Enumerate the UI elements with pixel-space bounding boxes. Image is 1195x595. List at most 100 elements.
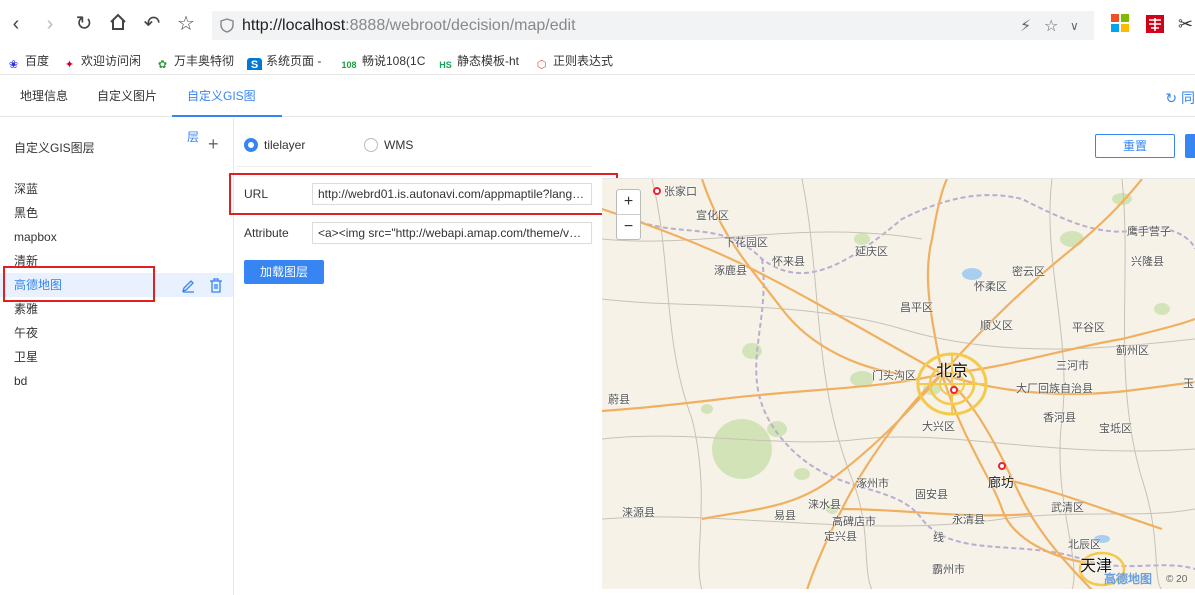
forward-icon[interactable]: › <box>38 12 62 36</box>
radio-tilelayer[interactable]: tilelayer <box>244 137 305 155</box>
sidebar-title: 自定义GIS图层 <box>14 141 95 155</box>
cube-icon: ⬡ <box>536 59 547 70</box>
sidebar-item[interactable]: mapbox <box>0 225 233 249</box>
url-text: http://localhost:8888/webroot/decision/m… <box>242 17 576 34</box>
map-place-label: 线 <box>933 532 944 544</box>
bookmark-item[interactable]: ✦ 欢迎访问闲 <box>62 52 142 70</box>
reload-icon[interactable]: ↻ <box>72 12 96 36</box>
highlight-box-selected-layer <box>3 266 155 302</box>
capital-marker-icon <box>950 386 958 394</box>
bookmark-item[interactable]: 108 畅说108(1C <box>340 52 426 70</box>
map-place-label: 北辰区 <box>1068 539 1101 551</box>
map-place-capital-label: 北京 <box>936 357 968 399</box>
refresh-icon[interactable]: ↻ 同 <box>1165 88 1195 108</box>
city-marker-icon <box>998 462 1006 470</box>
sidebar-item[interactable]: 午夜 <box>0 321 233 345</box>
save-button-partial[interactable] <box>1185 134 1195 158</box>
home-icon[interactable] <box>106 12 130 36</box>
red-brand-icon: ✦ <box>64 59 75 70</box>
undo-close-icon[interactable]: ↶ <box>140 12 164 36</box>
map-place-label: 密云区 <box>1012 266 1045 278</box>
green-gear-icon: ✿ <box>157 59 168 70</box>
map-place-label: 涿州市 <box>856 478 889 490</box>
attribute-label: Attribute <box>244 226 289 240</box>
sidebar-item[interactable]: bd <box>0 369 233 393</box>
map-place-label: 大厂回族自治县 <box>1016 383 1093 395</box>
zoom-in-button[interactable]: + <box>617 190 640 215</box>
tab-custom-gis-layer[interactable]: 自定义GIS图层 <box>172 76 282 144</box>
bookmark-item[interactable]: ✿ 万丰奥特彻 <box>155 52 235 70</box>
lightning-icon[interactable]: ⚡ <box>1020 16 1031 36</box>
city-marker-icon <box>653 187 661 195</box>
tab-geo-info[interactable]: 地理信息 <box>20 76 68 117</box>
map-place-label: 香河县 <box>1043 412 1076 424</box>
map-place-label: 易县 <box>774 510 796 522</box>
map-place-city-label: 廊坊 <box>988 462 1014 491</box>
load-layer-button[interactable]: 加载图层 <box>244 260 324 284</box>
zoom-out-button[interactable]: − <box>617 215 640 240</box>
tab-custom-image[interactable]: 自定义图片 <box>97 76 157 117</box>
address-bar[interactable]: http://localhost:8888/webroot/decision/m… <box>212 11 1094 40</box>
baidu-paw-icon: ❀ <box>8 59 19 70</box>
map-place-label: 玉田 <box>1183 378 1195 390</box>
divider <box>236 166 592 167</box>
sidebar-item[interactable]: 卫星 <box>0 345 233 369</box>
map-copyright: © 20 <box>1166 574 1188 585</box>
map-place-label: 永清县 <box>952 514 985 526</box>
map-place-label: 鹰手营子 <box>1127 226 1171 238</box>
map-tiles <box>602 179 1195 589</box>
add-layer-icon[interactable]: + <box>208 134 219 155</box>
bookmark-item[interactable]: HS 静态模板-ht <box>438 52 524 70</box>
map-place-label: 固安县 <box>915 489 948 501</box>
browser-navbar: ‹ › ↻ ↶ ☆ http://localhost:8888/webroot/… <box>0 0 1195 48</box>
map-place-label: 下花园区 <box>724 237 768 249</box>
back-icon[interactable]: ‹ <box>4 12 28 36</box>
sidebar-item[interactable]: 黑色 <box>0 201 233 225</box>
sharepoint-icon: S <box>247 58 262 70</box>
scissors-icon[interactable]: ✂ <box>1178 14 1195 34</box>
chevron-down-icon[interactable]: ∨ <box>1070 19 1079 33</box>
windows-logo-icon[interactable] <box>1111 14 1131 34</box>
sidebar-item[interactable]: 深蓝 <box>0 177 233 201</box>
map-place-label: 延庆区 <box>855 246 888 258</box>
hs-badge-icon: HS <box>439 60 452 70</box>
attribute-input[interactable]: <a><img src="http://webapi.amap.com/them… <box>312 222 592 244</box>
red-extension-icon[interactable] <box>1145 14 1165 34</box>
bookmarks-bar: ❀ 百度 ✦ 欢迎访问闲 ✿ 万丰奥特彻 S 系统页面 - 108 畅说108(1C HS… <box>0 48 1195 75</box>
map-place-label: 兴隆县 <box>1131 256 1164 268</box>
map-place-label: 大兴区 <box>922 421 955 433</box>
map-place-label: 昌平区 <box>900 302 933 314</box>
map-place-label: 三河市 <box>1056 360 1089 372</box>
map-place-label: 蓟州区 <box>1116 345 1149 357</box>
map-place-label: 怀来县 <box>772 256 805 268</box>
map-place-label: 顺义区 <box>980 320 1013 332</box>
trash-icon[interactable] <box>209 278 223 293</box>
map-place-label: 涞水县 <box>808 499 841 511</box>
gis-layer-sidebar: 自定义GIS图层 + 深蓝 黑色 mapbox 清新 高德地图 素雅 午夜 卫星… <box>0 118 234 595</box>
shield-icon <box>220 18 234 33</box>
url-input[interactable]: http://webrd01.is.autonavi.com/appmaptil… <box>312 183 592 205</box>
bookmark-item[interactable]: ❀ 百度 <box>6 52 54 70</box>
map-place-label: 高碑店市 <box>832 516 876 528</box>
settings-tabs: 地理信息 自定义图片 自定义GIS图层 ↻ 同 <box>0 76 1195 144</box>
bookmark-item[interactable]: ⬡ 正则表达式 <box>534 52 614 70</box>
map-place-label: 武清区 <box>1051 502 1084 514</box>
url-label: URL <box>244 187 269 201</box>
map-place-label: 门头沟区 <box>872 370 916 382</box>
108-badge-icon: 108 <box>341 60 357 70</box>
map-place-label: 定兴县 <box>824 531 857 543</box>
radio-unchecked-icon <box>364 138 378 152</box>
map-place-label: 涞源县 <box>622 507 655 519</box>
map-preview[interactable]: 张家口 宣化区 下花园区 怀来县 延庆区 涿鹿县 鹰手营子 兴隆县 密云区 怀柔… <box>602 178 1195 589</box>
amap-logo: 高德地图 <box>1104 572 1153 586</box>
radio-wms[interactable]: WMS <box>364 137 413 155</box>
map-place-label: 蔚县 <box>608 394 630 406</box>
bookmark-item[interactable]: S 系统页面 - <box>247 52 327 70</box>
bookmark-star-icon[interactable]: ☆ <box>174 12 198 36</box>
map-place-label: 张家口 <box>653 183 697 199</box>
reset-button[interactable]: 重置 <box>1095 134 1175 158</box>
edit-icon[interactable] <box>181 278 196 293</box>
favorite-star-icon[interactable]: ☆ <box>1044 16 1058 36</box>
map-place-label: 霸州市 <box>932 564 965 576</box>
radio-checked-icon <box>244 138 258 152</box>
